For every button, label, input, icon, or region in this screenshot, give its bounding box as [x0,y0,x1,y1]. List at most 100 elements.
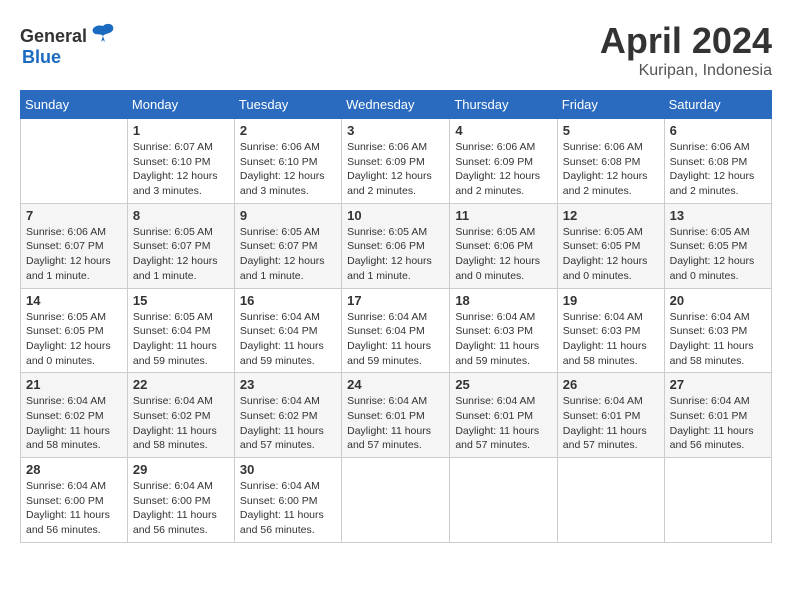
calendar-cell: 5Sunrise: 6:06 AM Sunset: 6:08 PM Daylig… [557,119,664,204]
calendar-cell: 11Sunrise: 6:05 AM Sunset: 6:06 PM Dayli… [450,203,557,288]
calendar-cell: 23 Sunrise: 6:04 AM Sunset: 6:02 PM Dayli… [234,373,341,458]
day-info: Sunrise: 6:06 AM Sunset: 6:07 PM Dayligh… [26,225,122,284]
day-number: 12 [563,208,659,223]
day-info: Sunrise: 6:04 AM Sunset: 6:01 PM Dayligh… [563,394,659,453]
weekday-header: Sunday [21,91,128,119]
title-block: April 2024 Kuripan, Indonesia [600,20,772,80]
calendar-cell: 12Sunrise: 6:05 AM Sunset: 6:05 PM Dayli… [557,203,664,288]
day-number: 4 [455,123,551,138]
day-info: Sunrise: 6:05 AM Sunset: 6:05 PM Dayligh… [670,225,766,284]
week-row: 28 Sunrise: 6:04 AM Sunset: 6:00 PM Dayli… [21,458,772,543]
weekday-header: Thursday [450,91,557,119]
calendar-cell: 25 Sunrise: 6:04 AM Sunset: 6:01 PM Dayli… [450,373,557,458]
day-info: Sunrise: 6:04 AM Sunset: 6:00 PM Dayligh… [26,479,122,538]
week-row: 1 Sunrise: 6:07 AM Sunset: 6:10 PM Daylig… [21,119,772,204]
day-number: 26 [563,377,659,392]
day-number: 21 [26,377,122,392]
calendar-cell: 15Sunrise: 6:05 AM Sunset: 6:04 PM Dayli… [127,288,234,373]
day-info: Sunrise: 6:04 AM Sunset: 6:03 PM Dayligh… [563,310,659,369]
day-info: Sunrise: 6:04 AM Sunset: 6:00 PM Dayligh… [133,479,229,538]
calendar-cell [664,458,771,543]
calendar-cell: 7 Sunrise: 6:06 AM Sunset: 6:07 PM Daylig… [21,203,128,288]
calendar-cell: 2Sunrise: 6:06 AM Sunset: 6:10 PM Daylig… [234,119,341,204]
day-number: 2 [240,123,336,138]
calendar-table: SundayMondayTuesdayWednesdayThursdayFrid… [20,90,772,543]
day-number: 23 [240,377,336,392]
day-info: Sunrise: 6:04 AM Sunset: 6:01 PM Dayligh… [670,394,766,453]
day-number: 13 [670,208,766,223]
day-number: 20 [670,293,766,308]
weekday-header: Tuesday [234,91,341,119]
week-row: 14Sunrise: 6:05 AM Sunset: 6:05 PM Dayli… [21,288,772,373]
day-info: Sunrise: 6:04 AM Sunset: 6:01 PM Dayligh… [347,394,444,453]
day-info: Sunrise: 6:05 AM Sunset: 6:07 PM Dayligh… [133,225,229,284]
calendar-cell: 21 Sunrise: 6:04 AM Sunset: 6:02 PM Dayli… [21,373,128,458]
calendar-cell: 17 Sunrise: 6:04 AM Sunset: 6:04 PM Dayli… [342,288,450,373]
calendar-cell: 3 Sunrise: 6:06 AM Sunset: 6:09 PM Daylig… [342,119,450,204]
calendar-cell: 1 Sunrise: 6:07 AM Sunset: 6:10 PM Daylig… [127,119,234,204]
calendar-cell: 28 Sunrise: 6:04 AM Sunset: 6:00 PM Dayli… [21,458,128,543]
day-number: 5 [563,123,659,138]
calendar-cell: 18 Sunrise: 6:04 AM Sunset: 6:03 PM Dayli… [450,288,557,373]
logo-general: General [20,26,87,47]
day-info: Sunrise: 6:04 AM Sunset: 6:02 PM Dayligh… [26,394,122,453]
calendar-cell: 26 Sunrise: 6:04 AM Sunset: 6:01 PM Dayli… [557,373,664,458]
calendar-cell: 27 Sunrise: 6:04 AM Sunset: 6:01 PM Dayli… [664,373,771,458]
day-info: Sunrise: 6:05 AM Sunset: 6:06 PM Dayligh… [455,225,551,284]
calendar-cell: 19Sunrise: 6:04 AM Sunset: 6:03 PM Dayli… [557,288,664,373]
day-info: Sunrise: 6:06 AM Sunset: 6:09 PM Dayligh… [455,140,551,199]
day-info: Sunrise: 6:05 AM Sunset: 6:07 PM Dayligh… [240,225,336,284]
day-number: 17 [347,293,444,308]
weekday-header: Friday [557,91,664,119]
logo-bird-icon [89,20,117,48]
day-info: Sunrise: 6:05 AM Sunset: 6:06 PM Dayligh… [347,225,444,284]
day-info: Sunrise: 6:04 AM Sunset: 6:01 PM Dayligh… [455,394,551,453]
calendar-cell: 24Sunrise: 6:04 AM Sunset: 6:01 PM Dayli… [342,373,450,458]
calendar-cell: 8 Sunrise: 6:05 AM Sunset: 6:07 PM Daylig… [127,203,234,288]
day-info: Sunrise: 6:04 AM Sunset: 6:04 PM Dayligh… [240,310,336,369]
week-row: 7 Sunrise: 6:06 AM Sunset: 6:07 PM Daylig… [21,203,772,288]
day-info: Sunrise: 6:07 AM Sunset: 6:10 PM Dayligh… [133,140,229,199]
day-info: Sunrise: 6:04 AM Sunset: 6:00 PM Dayligh… [240,479,336,538]
calendar-cell: 9 Sunrise: 6:05 AM Sunset: 6:07 PM Daylig… [234,203,341,288]
calendar-cell: 4 Sunrise: 6:06 AM Sunset: 6:09 PM Daylig… [450,119,557,204]
day-number: 30 [240,462,336,477]
calendar-cell [21,119,128,204]
calendar-cell: 30 Sunrise: 6:04 AM Sunset: 6:00 PM Dayli… [234,458,341,543]
calendar-cell: 20Sunrise: 6:04 AM Sunset: 6:03 PM Dayli… [664,288,771,373]
calendar-cell [557,458,664,543]
calendar-cell [342,458,450,543]
day-info: Sunrise: 6:04 AM Sunset: 6:04 PM Dayligh… [347,310,444,369]
day-info: Sunrise: 6:06 AM Sunset: 6:09 PM Dayligh… [347,140,444,199]
day-number: 22 [133,377,229,392]
day-number: 7 [26,208,122,223]
day-number: 1 [133,123,229,138]
week-row: 21 Sunrise: 6:04 AM Sunset: 6:02 PM Dayli… [21,373,772,458]
day-number: 8 [133,208,229,223]
calendar-body: 1 Sunrise: 6:07 AM Sunset: 6:10 PM Daylig… [21,119,772,543]
calendar-cell: 22 Sunrise: 6:04 AM Sunset: 6:02 PM Dayli… [127,373,234,458]
day-info: Sunrise: 6:05 AM Sunset: 6:05 PM Dayligh… [26,310,122,369]
calendar-cell: 16 Sunrise: 6:04 AM Sunset: 6:04 PM Dayli… [234,288,341,373]
day-number: 9 [240,208,336,223]
page-header: General Blue April 2024 Kuripan, Indones… [20,20,772,80]
day-number: 6 [670,123,766,138]
day-info: Sunrise: 6:06 AM Sunset: 6:08 PM Dayligh… [670,140,766,199]
day-number: 25 [455,377,551,392]
weekday-header: Saturday [664,91,771,119]
calendar-cell: 14Sunrise: 6:05 AM Sunset: 6:05 PM Dayli… [21,288,128,373]
day-number: 27 [670,377,766,392]
day-info: Sunrise: 6:04 AM Sunset: 6:02 PM Dayligh… [133,394,229,453]
day-number: 3 [347,123,444,138]
calendar-cell: 10Sunrise: 6:05 AM Sunset: 6:06 PM Dayli… [342,203,450,288]
day-number: 28 [26,462,122,477]
day-info: Sunrise: 6:04 AM Sunset: 6:02 PM Dayligh… [240,394,336,453]
logo: General Blue [20,20,117,68]
day-number: 18 [455,293,551,308]
calendar-cell [450,458,557,543]
weekday-header: Monday [127,91,234,119]
day-info: Sunrise: 6:04 AM Sunset: 6:03 PM Dayligh… [455,310,551,369]
day-info: Sunrise: 6:05 AM Sunset: 6:04 PM Dayligh… [133,310,229,369]
day-number: 16 [240,293,336,308]
calendar-title: April 2024 [600,20,772,62]
